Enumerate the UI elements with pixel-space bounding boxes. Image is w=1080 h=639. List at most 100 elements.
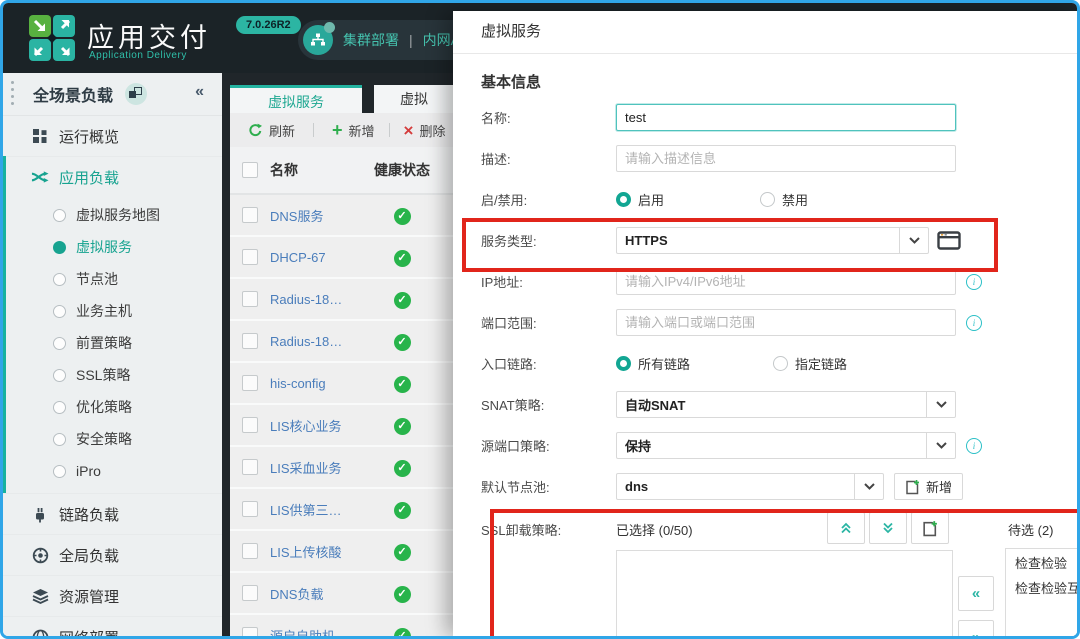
layers-icon [31,587,49,605]
link-icon [31,505,49,523]
selected-list-box[interactable] [616,550,953,639]
service-type-select[interactable]: HTTPS [616,227,929,254]
radio-unselected-icon [53,433,66,446]
chevron-down-icon [899,228,928,253]
radio-unselected-icon [53,209,66,222]
radio-specified-links[interactable]: 指定链路 [773,354,847,373]
health-ok-icon: ✓ [394,334,411,351]
candidate-item[interactable]: 检查检验互认 [1006,576,1080,601]
sidebar-subitem[interactable]: SSL策略 [3,359,222,391]
sidebar-item-app-load[interactable]: 应用负载 [3,156,222,197]
row-name-link[interactable]: DNS负载 [270,584,366,603]
radio-enable[interactable]: 启用 [616,190,664,209]
health-ok-icon: ✓ [394,586,411,603]
row-checkbox[interactable] [242,543,258,559]
info-icon[interactable]: i [966,315,982,331]
move-right-button[interactable]: » [958,620,994,639]
new-policy-button[interactable] [911,512,949,544]
default-pool-select[interactable]: dns [616,473,884,500]
radio-selected-icon [616,192,631,207]
move-bottom-button[interactable] [869,512,907,544]
move-top-button[interactable] [827,512,865,544]
row-checkbox[interactable] [242,291,258,307]
row-name-link[interactable]: LIS上传核酸 [270,542,366,561]
sidebar-item-label: 网络部署 [59,627,119,639]
name-input[interactable] [616,104,956,131]
info-icon[interactable]: i [966,438,982,454]
network-icon [31,628,49,639]
app-window: 应用交付 Application Delivery 7.0.26R2 集群部署 … [0,0,1080,639]
row-name-link[interactable]: LIS供第三… [270,500,366,519]
row-checkbox[interactable] [242,501,258,517]
row-health-cell: ✓ [366,248,438,267]
src-port-select[interactable]: 保持 [616,432,956,459]
sidebar-subitem[interactable]: 安全策略 [3,423,222,455]
sidebar-collapse-button[interactable]: « [195,83,204,101]
row-checkbox[interactable] [242,249,258,265]
delete-button[interactable]: × 删除 [404,121,446,140]
sidebar-item-label: 链路负载 [59,504,119,525]
app-subtitle: Application Delivery [89,50,187,61]
sidebar-group-app-load: 应用负载虚拟服务地图虚拟服务节点池业务主机前置策略SSL策略优化策略安全策略iP… [3,156,222,493]
add-pool-button[interactable]: 新增 [894,473,963,500]
row-name-link[interactable]: Radius-18… [270,334,366,349]
sidebar-item-global-load[interactable]: 全局负载 [3,534,222,575]
radio-unselected-icon [53,273,66,286]
open-panel-button[interactable] [937,231,961,250]
src-port-row: 源端口策略: 保持 i [481,432,1077,459]
double-chevron-down-icon [882,522,894,534]
sidebar-item-network[interactable]: 网络部署 [3,616,222,639]
row-checkbox[interactable] [242,417,258,433]
sidebar-subitem[interactable]: 业务主机 [3,295,222,327]
candidate-item[interactable]: 检查检验 [1006,551,1080,576]
row-checkbox[interactable] [242,207,258,223]
row-name-link[interactable]: 源启自助机 [270,626,366,639]
sidebar-subitem[interactable]: iPro [3,455,222,487]
sidebar-subitem[interactable]: 虚拟服务 [3,231,222,263]
row-name-link[interactable]: Radius-18… [270,292,366,307]
row-name-link[interactable]: his-config [270,376,366,391]
row-name-link[interactable]: LIS采血业务 [270,458,366,477]
sidebar-subitem[interactable]: 优化策略 [3,391,222,423]
radio-unselected-icon [53,401,66,414]
row-checkbox[interactable] [242,627,258,639]
row-checkbox[interactable] [242,333,258,349]
row-name-link[interactable]: DNS服务 [270,206,366,225]
radio-selected-icon [53,241,66,254]
port-input[interactable] [616,309,956,336]
row-checkbox[interactable] [242,585,258,601]
radio-disable[interactable]: 禁用 [760,190,808,209]
sidebar-subitem[interactable]: 前置策略 [3,327,222,359]
sidebar-subitem[interactable]: 虚拟服务地图 [3,199,222,231]
sidebar-subitem-label: 业务主机 [76,301,132,321]
scene-switch-icon[interactable] [125,83,147,105]
snat-select[interactable]: 自动SNAT [616,391,956,418]
sidebar-subitem[interactable]: 节点池 [3,263,222,295]
dashboard-icon [31,127,49,145]
shuffle-icon [31,168,49,186]
ip-input[interactable] [616,268,956,295]
radio-all-links[interactable]: 所有链路 [616,354,690,373]
row-checkbox[interactable] [242,375,258,391]
candidate-list-box[interactable]: 检查检验检查检验互认 [1005,548,1080,639]
sidebar-item-overview[interactable]: 运行概览 [3,116,222,156]
refresh-button[interactable]: 刷新 [248,121,295,140]
info-icon[interactable]: i [966,274,982,290]
row-health-cell: ✓ [366,374,438,393]
row-health-cell: ✓ [366,290,438,309]
add-button[interactable]: + 新增 [332,121,375,140]
desc-input[interactable] [616,145,956,172]
tab-virtual-service[interactable]: 虚拟服务 [230,85,362,116]
row-name-link[interactable]: DHCP-67 [270,250,366,265]
row-health-cell: ✓ [366,500,438,519]
sidebar-item-label: 运行概览 [59,126,119,147]
sidebar-group-link-load: 链路负载 [3,493,222,534]
select-all-checkbox[interactable] [242,162,258,178]
drag-handle-icon [11,81,14,84]
sidebar-item-resource[interactable]: 资源管理 [3,575,222,616]
sidebar-item-link-load[interactable]: 链路负载 [3,493,222,534]
sidebar-header: 全场景负载 « [3,73,222,116]
row-name-link[interactable]: LIS核心业务 [270,416,366,435]
row-checkbox[interactable] [242,459,258,475]
move-left-button[interactable]: « [958,576,994,611]
